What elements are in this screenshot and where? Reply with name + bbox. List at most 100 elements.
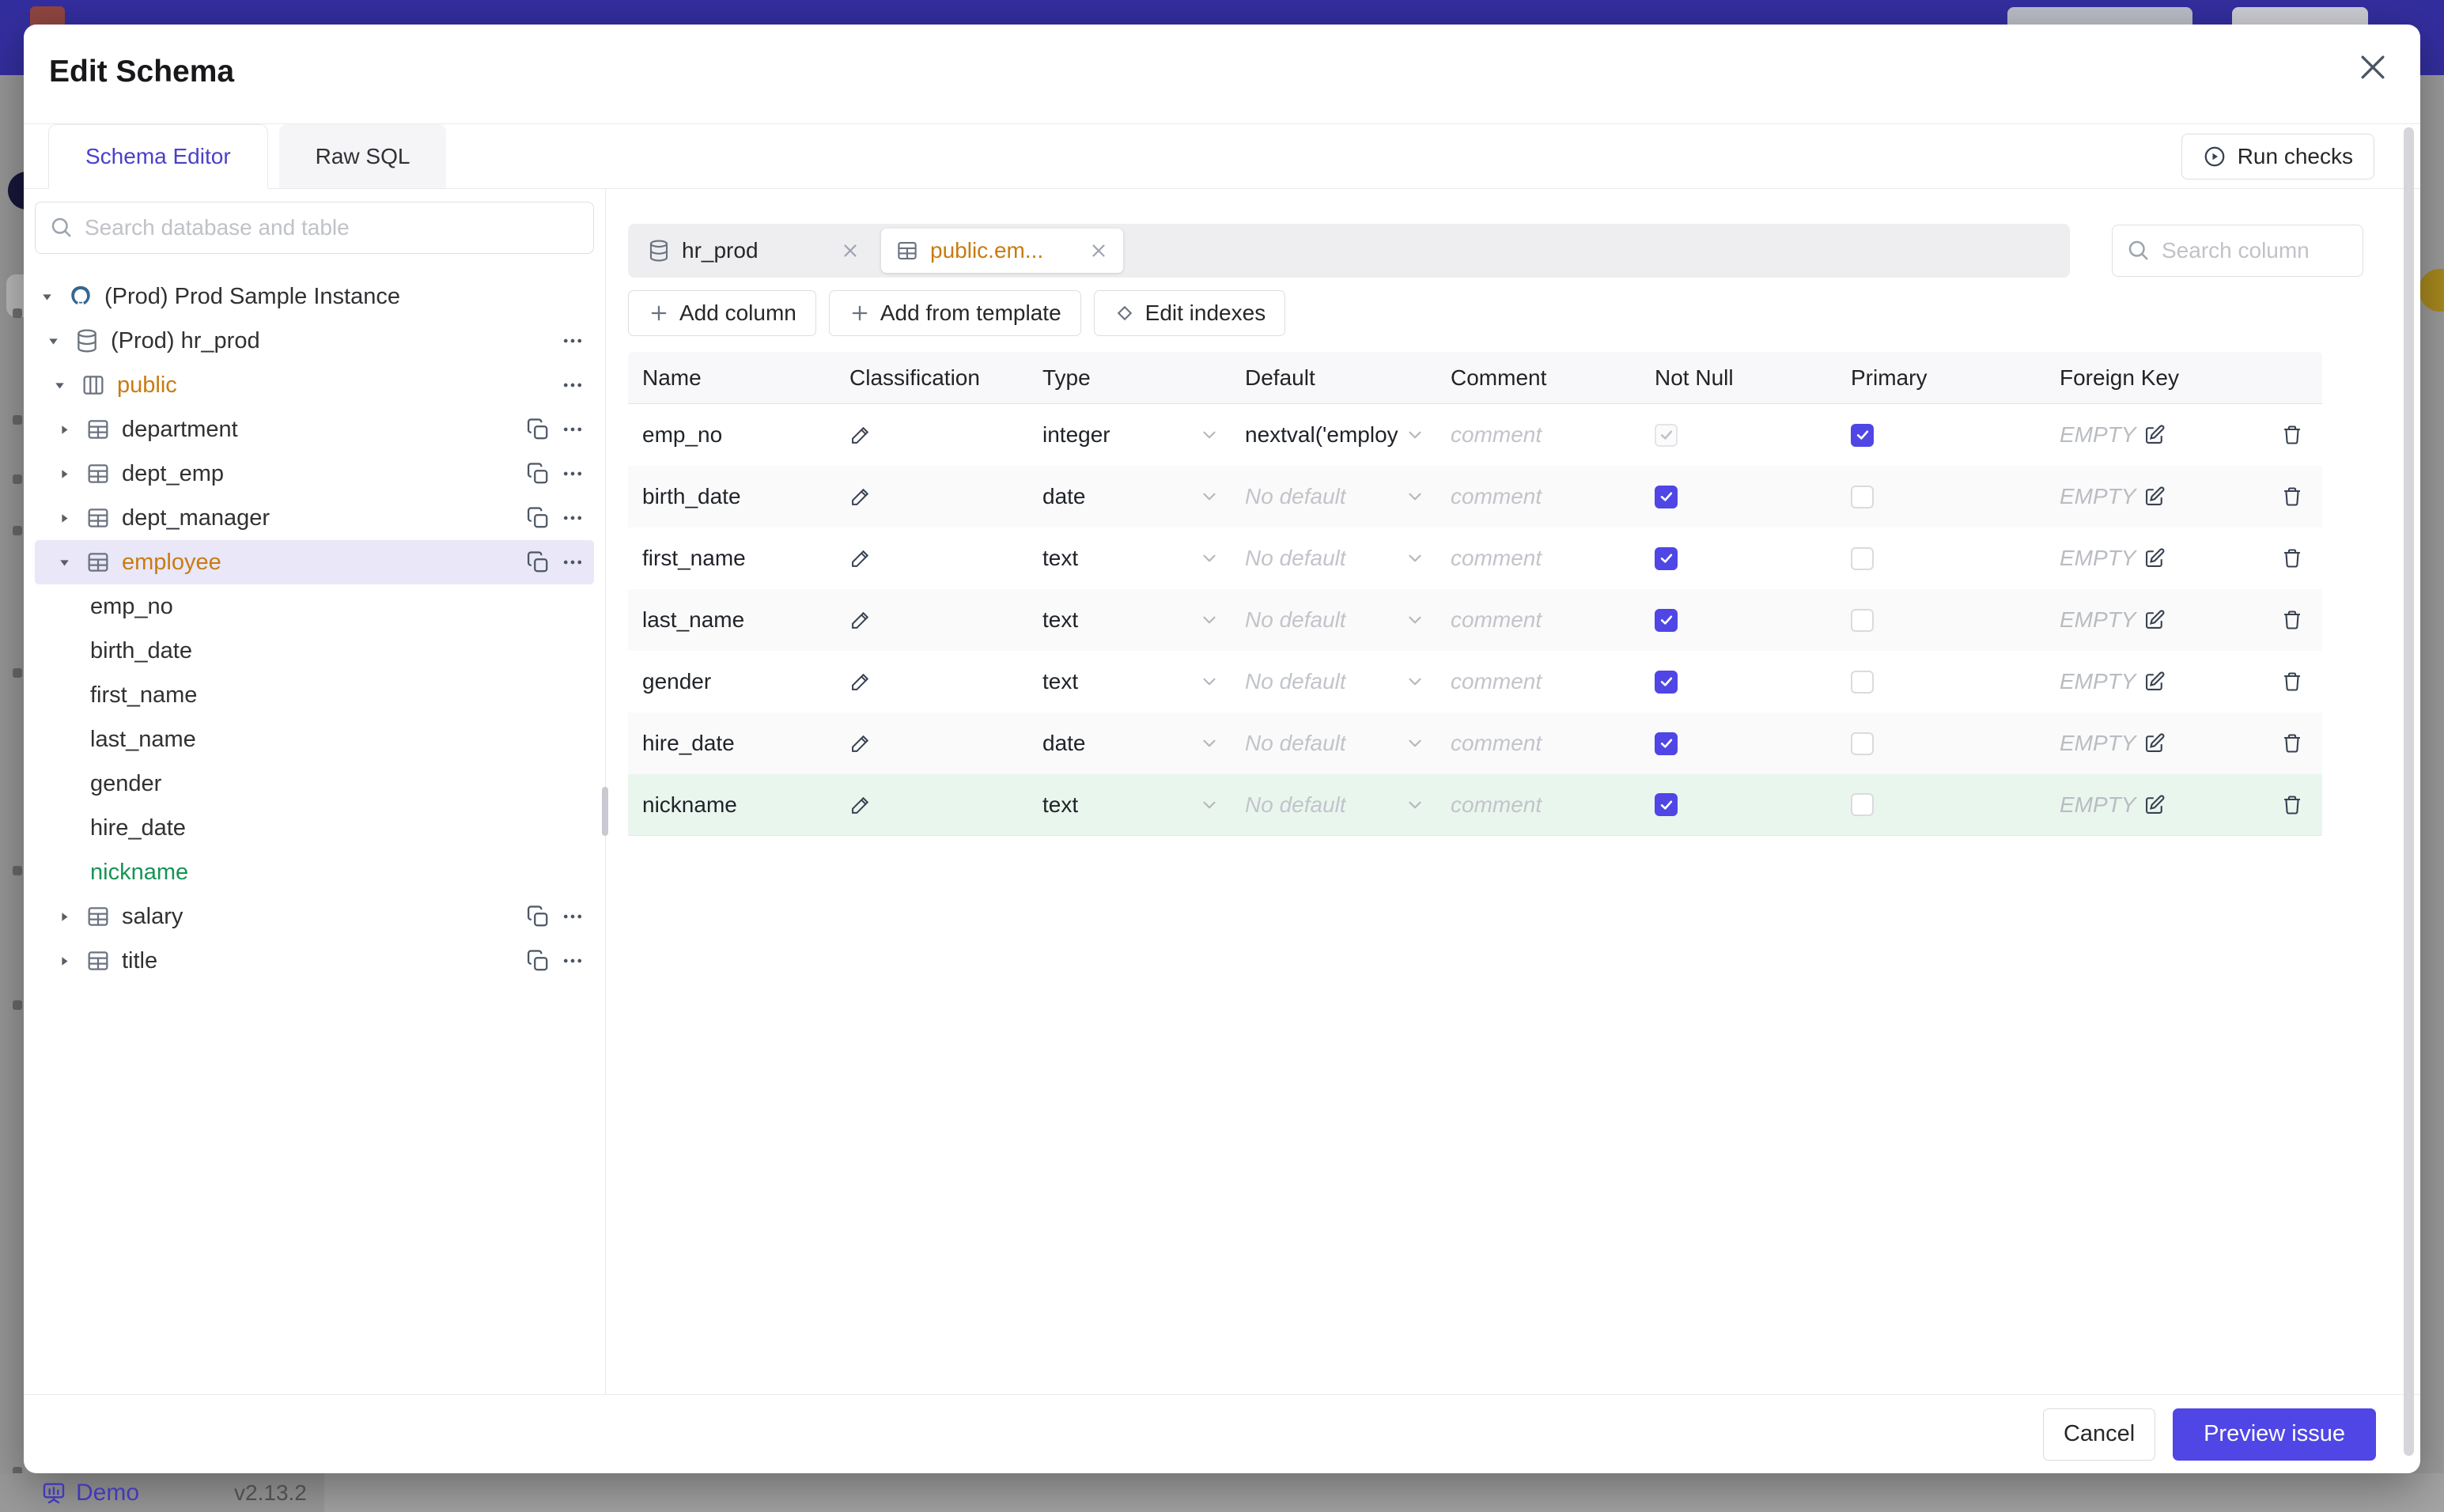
tree-item-nickname[interactable]: nickname (35, 850, 594, 894)
demo-link[interactable]: Demo (41, 1480, 139, 1506)
delete-column-icon[interactable] (2281, 424, 2303, 446)
edit-foreign-key-icon[interactable] (2143, 732, 2166, 754)
primary-checkbox[interactable] (1851, 793, 1874, 816)
delete-column-icon[interactable] (2281, 794, 2303, 816)
not-null-checkbox[interactable] (1655, 485, 1678, 508)
edit-foreign-key-icon[interactable] (2143, 609, 2166, 631)
modal-scrollbar[interactable] (2404, 127, 2414, 1456)
not-null-checkbox[interactable] (1655, 608, 1678, 632)
copy-icon[interactable] (526, 949, 550, 973)
default-select[interactable]: nextval('employ (1231, 422, 1436, 448)
type-select[interactable]: integer (1028, 422, 1231, 448)
add-from-template-button[interactable]: Add from template (828, 290, 1081, 336)
edit-indexes-button[interactable]: Edit indexes (1093, 290, 1286, 336)
cancel-button[interactable]: Cancel (2043, 1408, 2156, 1461)
copy-icon[interactable] (526, 462, 550, 486)
delete-column-icon[interactable] (2281, 732, 2303, 754)
tree-item-birth_date[interactable]: birth_date (35, 629, 594, 673)
type-select[interactable]: text (1028, 669, 1231, 694)
caret-down-icon[interactable] (41, 288, 68, 305)
tree-item-employee[interactable]: employee (35, 540, 594, 584)
primary-checkbox[interactable] (1851, 608, 1874, 632)
caret-right-icon[interactable] (59, 509, 85, 527)
edit-foreign-key-icon[interactable] (2143, 547, 2166, 569)
comment-input[interactable]: comment (1436, 607, 1640, 633)
column-name-cell[interactable]: first_name (628, 546, 835, 571)
primary-checkbox[interactable] (1851, 546, 1874, 570)
primary-checkbox[interactable] (1851, 485, 1874, 508)
column-name-cell[interactable]: last_name (628, 607, 835, 633)
comment-input[interactable]: comment (1436, 731, 1640, 756)
type-select[interactable]: text (1028, 607, 1231, 633)
preview-issue-button[interactable]: Preview issue (2173, 1408, 2376, 1461)
tree-item--prod-prod-sample-instance[interactable]: (Prod) Prod Sample Instance (35, 274, 594, 319)
tab-chip-public-employee[interactable]: public.em... (881, 229, 1123, 273)
type-select[interactable]: date (1028, 484, 1231, 509)
edit-classification-icon[interactable] (849, 794, 872, 816)
edit-classification-icon[interactable] (849, 486, 872, 508)
tree-search-input[interactable] (35, 202, 594, 254)
delete-column-icon[interactable] (2281, 547, 2303, 569)
type-select[interactable]: text (1028, 792, 1231, 818)
tree-item-salary[interactable]: salary (35, 894, 594, 939)
more-menu-icon[interactable] (561, 949, 585, 973)
edit-classification-icon[interactable] (849, 609, 872, 631)
comment-input[interactable]: comment (1436, 546, 1640, 571)
tree-item-hire_date[interactable]: hire_date (35, 806, 594, 850)
edit-classification-icon[interactable] (849, 547, 872, 569)
edit-classification-icon[interactable] (849, 424, 872, 446)
edit-foreign-key-icon[interactable] (2143, 424, 2166, 446)
column-name-cell[interactable]: gender (628, 669, 835, 694)
primary-checkbox[interactable] (1851, 670, 1874, 694)
tab-schema-editor[interactable]: Schema Editor (48, 124, 268, 189)
more-menu-icon[interactable] (561, 550, 585, 574)
delete-column-icon[interactable] (2281, 486, 2303, 508)
caret-down-icon[interactable] (59, 554, 85, 571)
default-select[interactable]: No default (1231, 731, 1436, 756)
edit-classification-icon[interactable] (849, 732, 872, 754)
comment-input[interactable]: comment (1436, 422, 1640, 448)
tree-item-department[interactable]: department (35, 407, 594, 452)
tree-item-dept_emp[interactable]: dept_emp (35, 452, 594, 496)
default-select[interactable]: No default (1231, 669, 1436, 694)
more-menu-icon[interactable] (561, 905, 585, 928)
more-menu-icon[interactable] (561, 329, 585, 353)
copy-icon[interactable] (526, 550, 550, 574)
edit-foreign-key-icon[interactable] (2143, 671, 2166, 693)
tree-item-last_name[interactable]: last_name (35, 717, 594, 762)
not-null-checkbox[interactable] (1655, 670, 1678, 694)
comment-input[interactable]: comment (1436, 669, 1640, 694)
primary-checkbox[interactable] (1851, 731, 1874, 755)
tab-chip-hr-prod[interactable]: hr_prod (633, 229, 875, 273)
caret-right-icon[interactable] (59, 952, 85, 970)
more-menu-icon[interactable] (561, 418, 585, 441)
tree-item-dept_manager[interactable]: dept_manager (35, 496, 594, 540)
not-null-checkbox[interactable] (1655, 793, 1678, 816)
run-checks-button[interactable]: Run checks (2181, 134, 2374, 180)
tree-item-title[interactable]: title (35, 939, 594, 983)
tree-item-emp_no[interactable]: emp_no (35, 584, 594, 629)
not-null-checkbox[interactable] (1655, 731, 1678, 755)
column-name-cell[interactable]: nickname (628, 792, 835, 818)
default-select[interactable]: No default (1231, 546, 1436, 571)
edit-foreign-key-icon[interactable] (2143, 486, 2166, 508)
comment-input[interactable]: comment (1436, 792, 1640, 818)
tree-item-first_name[interactable]: first_name (35, 673, 594, 717)
default-select[interactable]: No default (1231, 792, 1436, 818)
column-name-cell[interactable]: birth_date (628, 484, 835, 509)
caret-down-icon[interactable] (54, 376, 81, 394)
delete-column-icon[interactable] (2281, 609, 2303, 631)
column-search-input[interactable] (2112, 225, 2363, 277)
caret-right-icon[interactable] (59, 465, 85, 482)
not-null-checkbox[interactable] (1655, 546, 1678, 570)
tab-raw-sql[interactable]: Raw SQL (278, 124, 447, 188)
edit-foreign-key-icon[interactable] (2143, 794, 2166, 816)
copy-icon[interactable] (526, 506, 550, 530)
default-select[interactable]: No default (1231, 607, 1436, 633)
type-select[interactable]: date (1028, 731, 1231, 756)
caret-right-icon[interactable] (59, 908, 85, 925)
delete-column-icon[interactable] (2281, 671, 2303, 693)
tree-item-gender[interactable]: gender (35, 762, 594, 806)
comment-input[interactable]: comment (1436, 484, 1640, 509)
more-menu-icon[interactable] (561, 373, 585, 397)
